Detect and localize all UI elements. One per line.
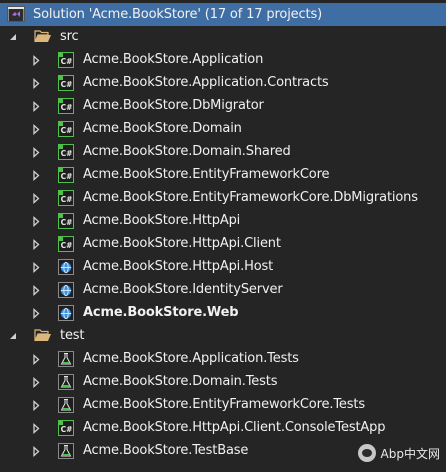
expand-arrow-icon[interactable] xyxy=(30,284,42,296)
project-node[interactable]: C# Acme.BookStore.HttpApi xyxy=(0,209,446,232)
expand-arrow-icon[interactable] xyxy=(30,238,42,250)
project-node[interactable]: C# Acme.BookStore.HttpApi.Client xyxy=(0,232,446,255)
test-project-icon xyxy=(58,351,74,367)
expand-arrow-icon[interactable] xyxy=(30,399,42,411)
project-node[interactable]: C# Acme.BookStore.EntityFrameworkCore xyxy=(0,163,446,186)
project-label: Acme.BookStore.HttpApi.Host xyxy=(83,259,274,274)
expand-arrow-icon[interactable] xyxy=(30,146,42,158)
project-node[interactable]: Acme.BookStore.IdentityServer xyxy=(0,278,446,301)
project-label: Acme.BookStore.Application.Contracts xyxy=(83,75,329,90)
watermark-text: Abp中文网 xyxy=(380,446,440,461)
expand-arrow-icon[interactable] xyxy=(30,169,42,181)
expand-arrow-icon[interactable] xyxy=(30,100,42,112)
csharp-project-icon: C# xyxy=(58,236,74,252)
project-label: Acme.BookStore.EntityFrameworkCore.DbMig… xyxy=(83,190,418,205)
csharp-project-icon: C# xyxy=(58,121,74,137)
project-label: Acme.BookStore.TestBase xyxy=(83,443,249,458)
project-label: Acme.BookStore.Domain.Tests xyxy=(83,374,278,389)
csharp-project-icon: C# xyxy=(58,213,74,229)
project-label: Acme.BookStore.HttpApi.Client.ConsoleTes… xyxy=(83,420,386,435)
project-label: Acme.BookStore.DbMigrator xyxy=(83,98,264,113)
svg-text:C#: C# xyxy=(61,57,73,66)
project-node[interactable]: C# Acme.BookStore.Domain.Shared xyxy=(0,140,446,163)
wechat-logo-icon xyxy=(357,444,376,462)
expand-arrow-icon[interactable] xyxy=(30,376,42,388)
solution-node[interactable]: Solution 'Acme.BookStore' (17 of 17 proj… xyxy=(0,3,446,26)
expand-arrow-icon[interactable] xyxy=(30,445,42,457)
folder-src[interactable]: src xyxy=(0,25,446,48)
watermark: Abp中文网 xyxy=(357,444,440,462)
expand-arrow-icon[interactable] xyxy=(30,192,42,204)
expand-arrow-icon[interactable] xyxy=(30,261,42,273)
project-label: Acme.BookStore.HttpApi xyxy=(83,213,241,228)
csharp-project-icon: C# xyxy=(58,167,74,183)
csharp-project-icon: C# xyxy=(58,420,74,436)
project-node[interactable]: Acme.BookStore.Application.Tests xyxy=(0,347,446,370)
project-label: Acme.BookStore.HttpApi.Client xyxy=(83,236,281,251)
svg-text:C#: C# xyxy=(61,218,73,227)
project-node[interactable]: C# Acme.BookStore.EntityFrameworkCore.DbM… xyxy=(0,186,446,209)
solution-label: Solution 'Acme.BookStore' (17 of 17 proj… xyxy=(33,7,322,22)
project-node[interactable]: C# Acme.BookStore.Application xyxy=(0,48,446,71)
folder-label: test xyxy=(60,328,85,343)
expand-arrow-icon[interactable] xyxy=(30,77,42,89)
svg-text:C#: C# xyxy=(61,195,73,204)
test-project-icon xyxy=(58,443,74,459)
project-label: Acme.BookStore.Application xyxy=(83,52,264,67)
folder-label: src xyxy=(60,29,79,44)
project-node[interactable]: Acme.BookStore.EntityFrameworkCore.Tests xyxy=(0,393,446,416)
expand-arrow-icon[interactable] xyxy=(30,123,42,135)
collapse-arrow-icon[interactable] xyxy=(7,330,19,342)
svg-text:C#: C# xyxy=(61,241,73,250)
expand-arrow-icon[interactable] xyxy=(30,54,42,66)
test-project-icon xyxy=(58,397,74,413)
project-label: Acme.BookStore.Application.Tests xyxy=(83,351,299,366)
project-node[interactable]: C# Acme.BookStore.Application.Contracts xyxy=(0,71,446,94)
project-node[interactable]: Acme.BookStore.Domain.Tests xyxy=(0,370,446,393)
expand-arrow-icon[interactable] xyxy=(30,307,42,319)
svg-text:C#: C# xyxy=(61,425,73,434)
project-label: Acme.BookStore.IdentityServer xyxy=(83,282,283,297)
collapse-arrow-icon[interactable] xyxy=(7,31,19,43)
web-project-icon xyxy=(58,282,74,298)
folder-open-icon xyxy=(34,28,51,44)
csharp-project-icon: C# xyxy=(58,52,74,68)
svg-text:C#: C# xyxy=(61,126,73,135)
csharp-project-icon: C# xyxy=(58,98,74,114)
web-project-icon xyxy=(58,305,74,321)
svg-text:C#: C# xyxy=(61,172,73,181)
csharp-project-icon: C# xyxy=(58,75,74,91)
project-label: Acme.BookStore.Web xyxy=(83,305,239,320)
folder-test[interactable]: test xyxy=(0,324,446,347)
test-project-icon xyxy=(58,374,74,390)
svg-text:C#: C# xyxy=(61,80,73,89)
csharp-project-icon: C# xyxy=(58,144,74,160)
web-project-icon xyxy=(58,259,74,275)
svg-text:C#: C# xyxy=(61,149,73,158)
solution-icon xyxy=(7,6,25,22)
project-label: Acme.BookStore.EntityFrameworkCore xyxy=(83,167,330,182)
project-node[interactable]: C# Acme.BookStore.Domain xyxy=(0,117,446,140)
project-label: Acme.BookStore.Domain.Shared xyxy=(83,144,291,159)
project-label: Acme.BookStore.Domain xyxy=(83,121,242,136)
expand-arrow-icon[interactable] xyxy=(30,215,42,227)
project-node[interactable]: Acme.BookStore.Web xyxy=(0,301,446,324)
project-node[interactable]: Acme.BookStore.HttpApi.Host xyxy=(0,255,446,278)
expand-arrow-icon[interactable] xyxy=(30,353,42,365)
project-label: Acme.BookStore.EntityFrameworkCore.Tests xyxy=(83,397,365,412)
svg-text:C#: C# xyxy=(61,103,73,112)
folder-open-icon xyxy=(34,327,51,343)
expand-arrow-icon[interactable] xyxy=(30,422,42,434)
csharp-project-icon: C# xyxy=(58,190,74,206)
project-node[interactable]: C# Acme.BookStore.DbMigrator xyxy=(0,94,446,117)
project-node[interactable]: C# Acme.BookStore.HttpApi.Client.ConsoleT… xyxy=(0,416,446,439)
